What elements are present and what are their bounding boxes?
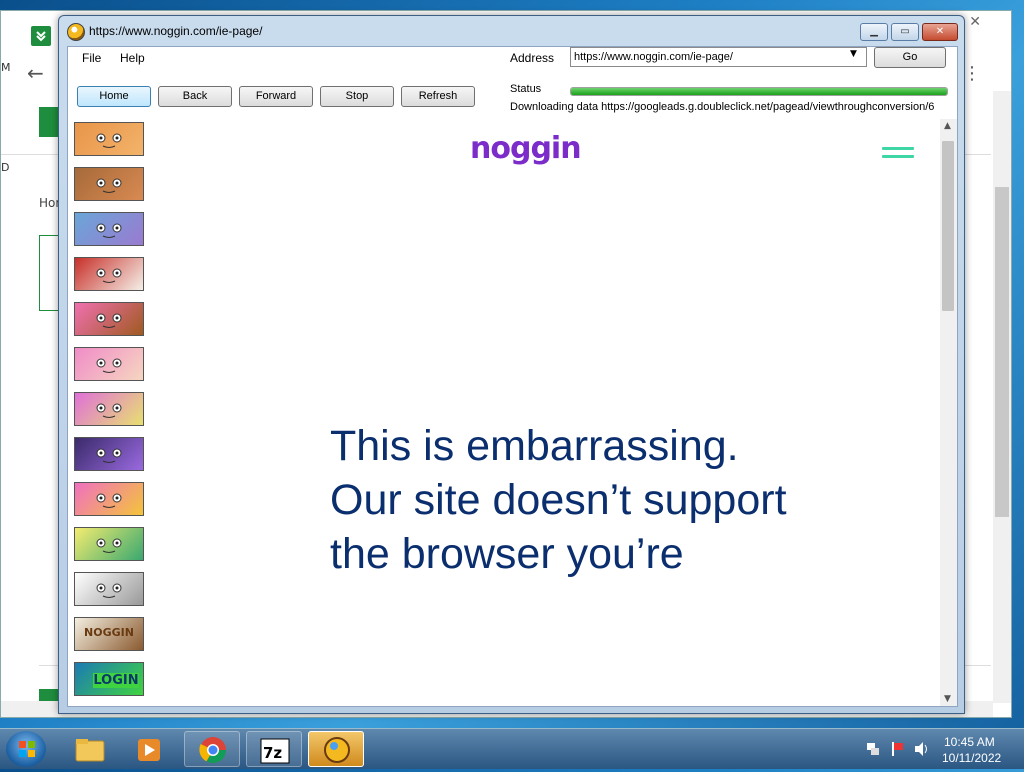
system-tray: 10:45 AM 10/11/2022 [862, 735, 1012, 765]
noggin-browser-taskbar-icon[interactable] [308, 731, 364, 767]
menu-file[interactable]: File [82, 51, 101, 65]
sidebar-item-show-6[interactable] [74, 347, 144, 381]
character-face-icon [96, 223, 122, 238]
sidebar-item-show-11[interactable] [74, 572, 144, 606]
noggin-browser-window: https://www.noggin.com/ie-page/ ▁ ▭ ✕ Fi… [58, 15, 965, 714]
sidebar-item-show-9[interactable] [74, 482, 144, 516]
character-face-icon [96, 133, 122, 148]
character-face-icon [96, 313, 122, 328]
sidebar-item-label: NOGGIN [84, 626, 134, 639]
scroll-down-icon[interactable]: ▼ [944, 694, 951, 704]
clock-time[interactable]: 10:45 AM [944, 735, 995, 749]
content-scrollbar[interactable]: ▲ ▼ [940, 119, 957, 706]
chevron-down-icon[interactable]: ▼ [850, 49, 857, 59]
minimize-button[interactable]: ▁ [860, 23, 888, 41]
sidebar-item-show-1[interactable] [74, 122, 144, 156]
character-face-icon [96, 538, 122, 553]
character-face-icon [96, 493, 122, 508]
start-button[interactable] [6, 731, 46, 767]
stop-button[interactable]: Stop [320, 86, 394, 107]
7zip-icon[interactable]: 7z [246, 731, 302, 767]
character-face-icon [96, 178, 122, 193]
character-face-icon [96, 583, 122, 598]
close-icon[interactable]: ✕ [969, 14, 981, 30]
sidebar-item-login[interactable]: LOGIN [74, 662, 144, 696]
menu-help[interactable]: Help [120, 51, 145, 65]
back-arrow-icon[interactable]: ← [27, 61, 44, 85]
clock-date[interactable]: 10/11/2022 [942, 751, 1001, 765]
action-center-flag-icon[interactable] [890, 741, 904, 757]
taskbar: 7z 10:45 AM 10/11/2022 [0, 728, 1024, 769]
kebab-menu-icon[interactable]: ⋮ [963, 63, 981, 84]
close-button[interactable]: ✕ [922, 23, 958, 41]
character-face-icon [96, 358, 122, 373]
noggin-logo[interactable]: noggin [470, 131, 582, 166]
background-edge-text: M [1, 61, 11, 74]
status-text: Downloading data https://googleads.g.dou… [510, 101, 935, 113]
window-client-area: File Help Address https://www.noggin.com… [67, 46, 958, 707]
show-sidebar: NOGGIN LOGIN [68, 119, 154, 706]
title-bar[interactable]: https://www.noggin.com/ie-page/ ▁ ▭ ✕ [59, 16, 964, 46]
sidebar-item-show-5[interactable] [74, 302, 144, 336]
scrollbar-thumb[interactable] [942, 141, 954, 311]
character-face-icon [96, 403, 122, 418]
sidebar-item-noggin-logo[interactable]: NOGGIN [74, 617, 144, 651]
scrollbar-thumb[interactable] [995, 187, 1009, 517]
character-face-icon [96, 268, 122, 283]
network-icon[interactable] [866, 741, 880, 757]
sidebar-item-show-2[interactable] [74, 167, 144, 201]
window-title: https://www.noggin.com/ie-page/ [89, 24, 263, 38]
maximize-button[interactable]: ▭ [891, 23, 919, 41]
file-explorer-icon[interactable] [62, 731, 118, 767]
home-button[interactable]: Home [77, 86, 151, 107]
background-edge-text: D [1, 161, 10, 174]
menu-line [882, 155, 914, 158]
address-label: Address [510, 51, 555, 65]
refresh-button[interactable]: Refresh [401, 86, 475, 107]
address-input[interactable]: https://www.noggin.com/ie-page/ [570, 47, 867, 67]
progress-bar [570, 87, 948, 96]
go-button[interactable]: Go [874, 47, 946, 68]
svg-text:7z: 7z [263, 744, 282, 762]
vertical-scrollbar[interactable] [993, 91, 1011, 703]
media-player-icon[interactable] [122, 731, 178, 767]
status-label: Status [510, 83, 542, 95]
scroll-up-icon[interactable]: ▲ [944, 121, 951, 131]
sidebar-item-label: LOGIN [93, 673, 139, 688]
background-tab-icon[interactable] [31, 26, 51, 46]
app-icon [67, 23, 85, 41]
sidebar-item-show-10[interactable] [74, 527, 144, 561]
sidebar-item-show-7[interactable] [74, 392, 144, 426]
forward-button[interactable]: Forward [239, 86, 313, 107]
sidebar-item-show-4[interactable] [74, 257, 144, 291]
navigation-toolbar: Home Back Forward Stop Refresh Status Do… [68, 75, 957, 119]
windows-logo-icon [19, 741, 35, 757]
hamburger-menu-icon[interactable] [882, 147, 914, 165]
unsupported-browser-message: This is embarrassing. Our site doesn’t s… [330, 422, 787, 578]
character-face-icon [96, 448, 122, 463]
back-button[interactable]: Back [158, 86, 232, 107]
web-content: noggin This is embarrassing. Our site do… [154, 119, 940, 706]
volume-icon[interactable] [914, 741, 930, 757]
chrome-icon[interactable] [184, 731, 240, 767]
progress-fill [571, 88, 947, 95]
sidebar-item-show-3[interactable] [74, 212, 144, 246]
menu-bar: File Help Address https://www.noggin.com… [68, 47, 957, 75]
sidebar-item-show-8[interactable] [74, 437, 144, 471]
menu-line [882, 147, 914, 150]
